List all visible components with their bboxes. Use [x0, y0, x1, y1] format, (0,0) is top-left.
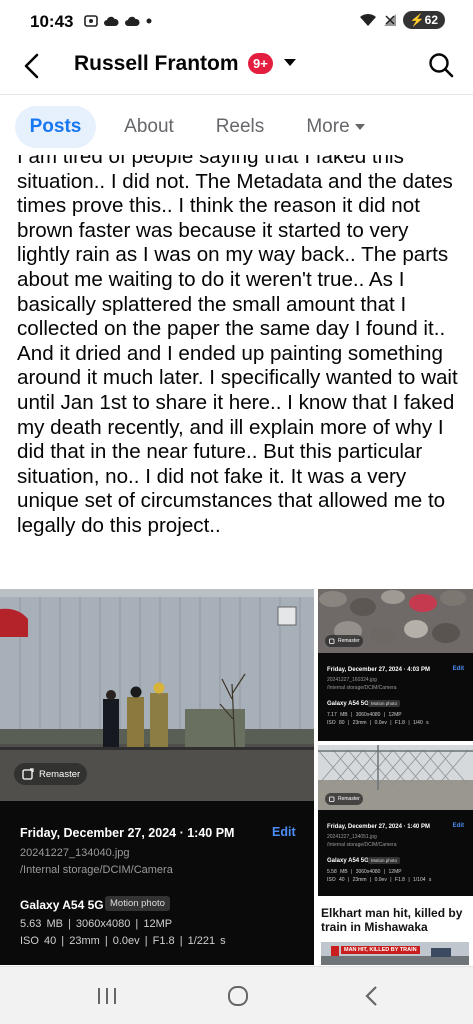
main-photo-details: Friday, December 27, 2024 · 1:40 PM Edit… [0, 801, 314, 965]
profile-header: Russell Frantom 9+ [0, 44, 473, 88]
remaster-button[interactable]: Remaster [14, 763, 87, 785]
photo-path: /Internal storage/DCIM/Camera [327, 842, 397, 848]
photo-specs: 5.58 MB | 3060x4080 | 12MP [327, 869, 402, 875]
photo-device: Galaxy A54 5G [20, 898, 104, 912]
photo-path: /Internal storage/DCIM/Camera [327, 685, 397, 691]
post-text: I am tired of people saying that I faked… [17, 155, 465, 583]
dot-icon [146, 18, 152, 24]
remaster-button-small-1[interactable]: Remaster [325, 635, 363, 647]
system-navigation-bar [0, 966, 473, 1024]
back-icon[interactable] [360, 986, 384, 1006]
photo-specs: 5.63 MB | 3060x4080 | 12MP [20, 918, 173, 930]
status-icons [84, 14, 153, 28]
main-photo[interactable]: Remaster [0, 589, 314, 801]
small-photo-1-details: Friday, December 27, 2024 · 4:03 PM Edit… [318, 653, 473, 741]
battery-level: 62 [424, 13, 438, 27]
header-divider [0, 94, 473, 95]
status-time: 10:43 [30, 12, 74, 31]
photo-specs: 7.17 MB | 3060x4080 | 12MP [327, 712, 402, 718]
photo-camera-settings: ISO 80 | 23mm | 0.0ev | F1.8 | 1/40 s [327, 720, 429, 726]
screenshot-icon [84, 15, 98, 27]
edit-button[interactable]: Edit [453, 823, 464, 829]
motion-photo-tag: Motion photo [368, 857, 401, 864]
photo-device: Galaxy A54 5G [327, 701, 369, 707]
motion-photo-tag: Motion photo [105, 896, 170, 911]
signal-icon [383, 14, 396, 26]
home-icon[interactable] [226, 986, 250, 1006]
photo-date: Friday, December 27, 2024 · 1:40 PM [20, 826, 235, 840]
profile-name[interactable]: Russell Frantom [74, 52, 239, 76]
chevron-down-icon[interactable] [283, 58, 297, 68]
photo-filename: 20241227_134051.jpg [327, 834, 377, 840]
back-arrow-icon[interactable] [18, 50, 46, 82]
post-body: I am tired of people saying that I faked… [17, 155, 458, 537]
photo-path: /Internal storage/DCIM/Camera [20, 864, 173, 876]
remaster-label: Remaster [39, 768, 81, 780]
tab-posts[interactable]: Posts [15, 106, 96, 148]
small-photo-2-details: Friday, December 27, 2024 · 1:40 PM Edit… [318, 810, 473, 896]
photo-camera-settings: ISO 40 | 23mm | 0.0ev | F1.8 | 1/104 s [327, 877, 432, 883]
photo-date: Friday, December 27, 2024 · 1:40 PM [327, 824, 430, 830]
photo-device: Galaxy A54 5G [327, 858, 369, 864]
cloud-icon-2 [125, 16, 140, 26]
remaster-label: Remaster [338, 638, 360, 644]
wifi-icon [359, 13, 376, 26]
remaster-icon [22, 768, 34, 780]
photo-camera-settings: ISO 40 | 23mm | 0.0ev | F1.8 | 1/221 s [20, 935, 226, 947]
tab-reels[interactable]: Reels [208, 106, 272, 148]
notification-badge: 9+ [248, 53, 273, 74]
edit-button[interactable]: Edit [453, 666, 464, 672]
photo-grid: Remaster Friday, December 27, 2024 · 1:4… [0, 589, 473, 965]
small-photo-2[interactable]: Remaster [318, 745, 473, 810]
battery-icon: ⚡62 [402, 11, 445, 29]
remaster-icon [329, 796, 335, 802]
news-tag: MAN HIT, KILLED BY TRAIN [341, 946, 420, 954]
news-thumbnail: MAN HIT, KILLED BY TRAIN [321, 942, 469, 965]
remaster-icon [329, 638, 335, 644]
tab-about[interactable]: About [114, 106, 184, 148]
news-headline: Elkhart man hit, killed by train in Mish… [321, 906, 463, 934]
status-right-icons: ⚡62 [359, 11, 445, 29]
photo-date: Friday, December 27, 2024 · 4:03 PM [327, 667, 430, 673]
photo-filename: 20241227_160324.jpg [327, 677, 377, 683]
photo-filename: 20241227_134040.jpg [20, 847, 130, 859]
recent-apps-icon[interactable] [95, 986, 119, 1006]
search-icon[interactable] [426, 50, 456, 80]
edit-button[interactable]: Edit [272, 825, 296, 839]
tab-more[interactable]: More [300, 106, 372, 148]
tab-more-label: More [306, 116, 350, 137]
profile-tabs: Posts About Reels More [0, 102, 473, 152]
remaster-button-small-2[interactable]: Remaster [325, 793, 363, 805]
cloud-icon [104, 16, 119, 26]
news-article-image[interactable]: Elkhart man hit, killed by train in Mish… [318, 900, 473, 965]
status-bar: 10:43 ⚡62 [0, 0, 473, 44]
motion-photo-tag: Motion photo [368, 700, 401, 707]
remaster-label: Remaster [338, 796, 360, 802]
chevron-down-icon [354, 124, 365, 130]
small-photo-1[interactable]: Remaster [318, 589, 473, 653]
